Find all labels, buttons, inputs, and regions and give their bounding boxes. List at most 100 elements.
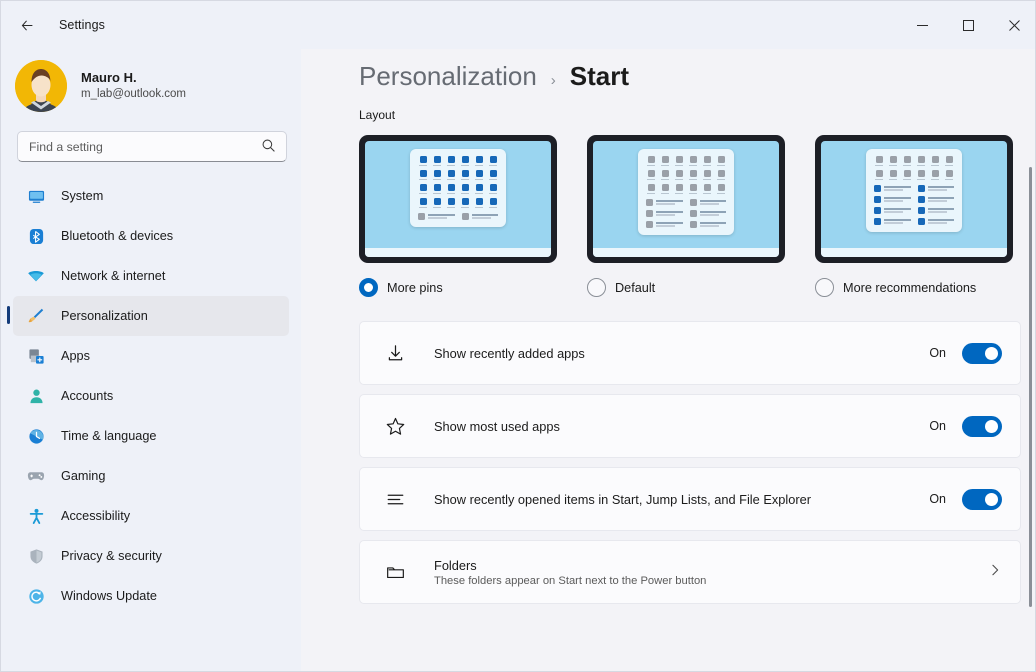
preview-pin	[888, 170, 898, 180]
sidebar: Mauro H. m_lab@outlook.com Sy	[1, 49, 301, 672]
radio-more-recommendations[interactable]: More recommendations	[815, 278, 1013, 297]
radio-label: More recommendations	[843, 281, 976, 295]
minimize-button[interactable]	[899, 1, 945, 49]
radio-indicator[interactable]	[815, 278, 834, 297]
window-controls	[899, 1, 1036, 49]
preview-recommendations	[874, 185, 954, 225]
search-input[interactable]	[17, 131, 287, 162]
setting-row-most-used-apps[interactable]: Show most used apps On	[359, 394, 1021, 458]
sidebar-item-label: Privacy & security	[61, 549, 162, 563]
preview-pin	[418, 170, 428, 180]
sidebar-item-bluetooth-devices[interactable]: Bluetooth & devices	[13, 216, 289, 256]
preview-pin	[474, 184, 484, 194]
layout-preview-more-recommendations[interactable]	[815, 135, 1013, 263]
preview-pin	[460, 156, 470, 166]
title-bar: Settings	[1, 1, 1036, 49]
layout-preview-more-pins[interactable]	[359, 135, 557, 263]
sidebar-item-time-language[interactable]: Time & language	[13, 416, 289, 456]
preview-rec-item	[646, 221, 683, 228]
preview-pin-grid	[874, 156, 954, 180]
sidebar-item-accessibility[interactable]: Accessibility	[13, 496, 289, 536]
preview-pin	[916, 170, 926, 180]
setting-row-recently-added-apps[interactable]: Show recently added apps On	[359, 321, 1021, 385]
preview-pin	[488, 170, 498, 180]
preview-pin	[460, 198, 470, 208]
layout-preview-default[interactable]	[587, 135, 785, 263]
radio-default[interactable]: Default	[587, 278, 785, 297]
preview-pin	[660, 156, 670, 166]
preview-rec-item	[690, 210, 727, 217]
preview-pin	[944, 156, 954, 166]
update-icon	[25, 585, 47, 607]
preview-taskbar	[365, 248, 551, 257]
sidebar-item-apps[interactable]: Apps	[13, 336, 289, 376]
main-content: Personalization › Start Layout	[301, 49, 1036, 672]
settings-list: Show recently added apps On Show most us…	[301, 297, 1036, 604]
preview-pin	[460, 184, 470, 194]
sidebar-item-system[interactable]: System	[13, 176, 289, 216]
account-card[interactable]: Mauro H. m_lab@outlook.com	[1, 49, 301, 121]
sidebar-item-label: Network & internet	[61, 269, 165, 283]
preview-rec-item	[690, 221, 727, 228]
gamepad-icon	[25, 465, 47, 487]
sidebar-item-accounts[interactable]: Accounts	[13, 376, 289, 416]
toggle-switch[interactable]	[962, 343, 1002, 364]
preview-pin	[888, 156, 898, 166]
toggle-switch[interactable]	[962, 416, 1002, 437]
sidebar-item-personalization[interactable]: Personalization	[13, 296, 289, 336]
preview-rec-item	[874, 185, 911, 192]
setting-text: Show recently added apps	[434, 346, 929, 361]
settings-window: Settings	[0, 0, 1036, 672]
sidebar-item-gaming[interactable]: Gaming	[13, 456, 289, 496]
preview-pin-grid	[418, 156, 498, 208]
layout-options: More pins	[301, 122, 1036, 297]
toggle-switch[interactable]	[962, 489, 1002, 510]
radio-indicator[interactable]	[587, 278, 606, 297]
close-button[interactable]	[991, 1, 1036, 49]
preview-rec-item	[462, 213, 499, 220]
setting-row-folders[interactable]: Folders These folders appear on Start ne…	[359, 540, 1021, 604]
preview-pin	[874, 170, 884, 180]
layout-option-more-pins[interactable]: More pins	[359, 135, 557, 297]
sidebar-item-label: Accounts	[61, 389, 113, 403]
preview-pin	[874, 156, 884, 166]
layout-option-more-recommendations[interactable]: More recommendations	[815, 135, 1013, 297]
radio-indicator[interactable]	[359, 278, 378, 297]
avatar	[15, 60, 67, 112]
search-container	[17, 131, 285, 162]
vertical-scrollbar[interactable]	[1029, 167, 1032, 607]
maximize-button[interactable]	[945, 1, 991, 49]
preview-rec-item	[646, 210, 683, 217]
preview-pin	[944, 170, 954, 180]
preview-pin	[702, 184, 712, 194]
account-email: m_lab@outlook.com	[81, 87, 186, 102]
sidebar-item-windows-update[interactable]: Windows Update	[13, 576, 289, 616]
back-button[interactable]	[9, 9, 45, 41]
setting-subtitle: These folders appear on Start next to th…	[434, 575, 988, 587]
preview-pin	[432, 198, 442, 208]
preview-pin	[432, 156, 442, 166]
preview-pin	[646, 184, 656, 194]
breadcrumb-parent[interactable]: Personalization	[359, 61, 537, 92]
star-icon	[382, 413, 408, 439]
layout-option-default[interactable]: Default	[587, 135, 785, 297]
shield-icon	[25, 545, 47, 567]
setting-row-recently-opened-items[interactable]: Show recently opened items in Start, Jum…	[359, 467, 1021, 531]
sidebar-item-privacy-security[interactable]: Privacy & security	[13, 536, 289, 576]
toggle-group: On	[929, 343, 1002, 364]
preview-pin	[902, 170, 912, 180]
preview-pin	[688, 156, 698, 166]
sidebar-item-network-internet[interactable]: Network & internet	[13, 256, 289, 296]
preview-start-menu	[410, 149, 506, 227]
preview-screen	[593, 141, 779, 257]
minimize-icon	[917, 20, 928, 31]
chevron-right-icon[interactable]	[988, 563, 1002, 582]
preview-taskbar	[593, 248, 779, 257]
radio-more-pins[interactable]: More pins	[359, 278, 557, 297]
account-text: Mauro H. m_lab@outlook.com	[81, 70, 186, 101]
preview-pin	[446, 170, 456, 180]
bluetooth-icon	[25, 225, 47, 247]
setting-title: Show recently opened items in Start, Jum…	[434, 492, 929, 507]
preview-pin	[432, 170, 442, 180]
setting-title: Show recently added apps	[434, 346, 929, 361]
